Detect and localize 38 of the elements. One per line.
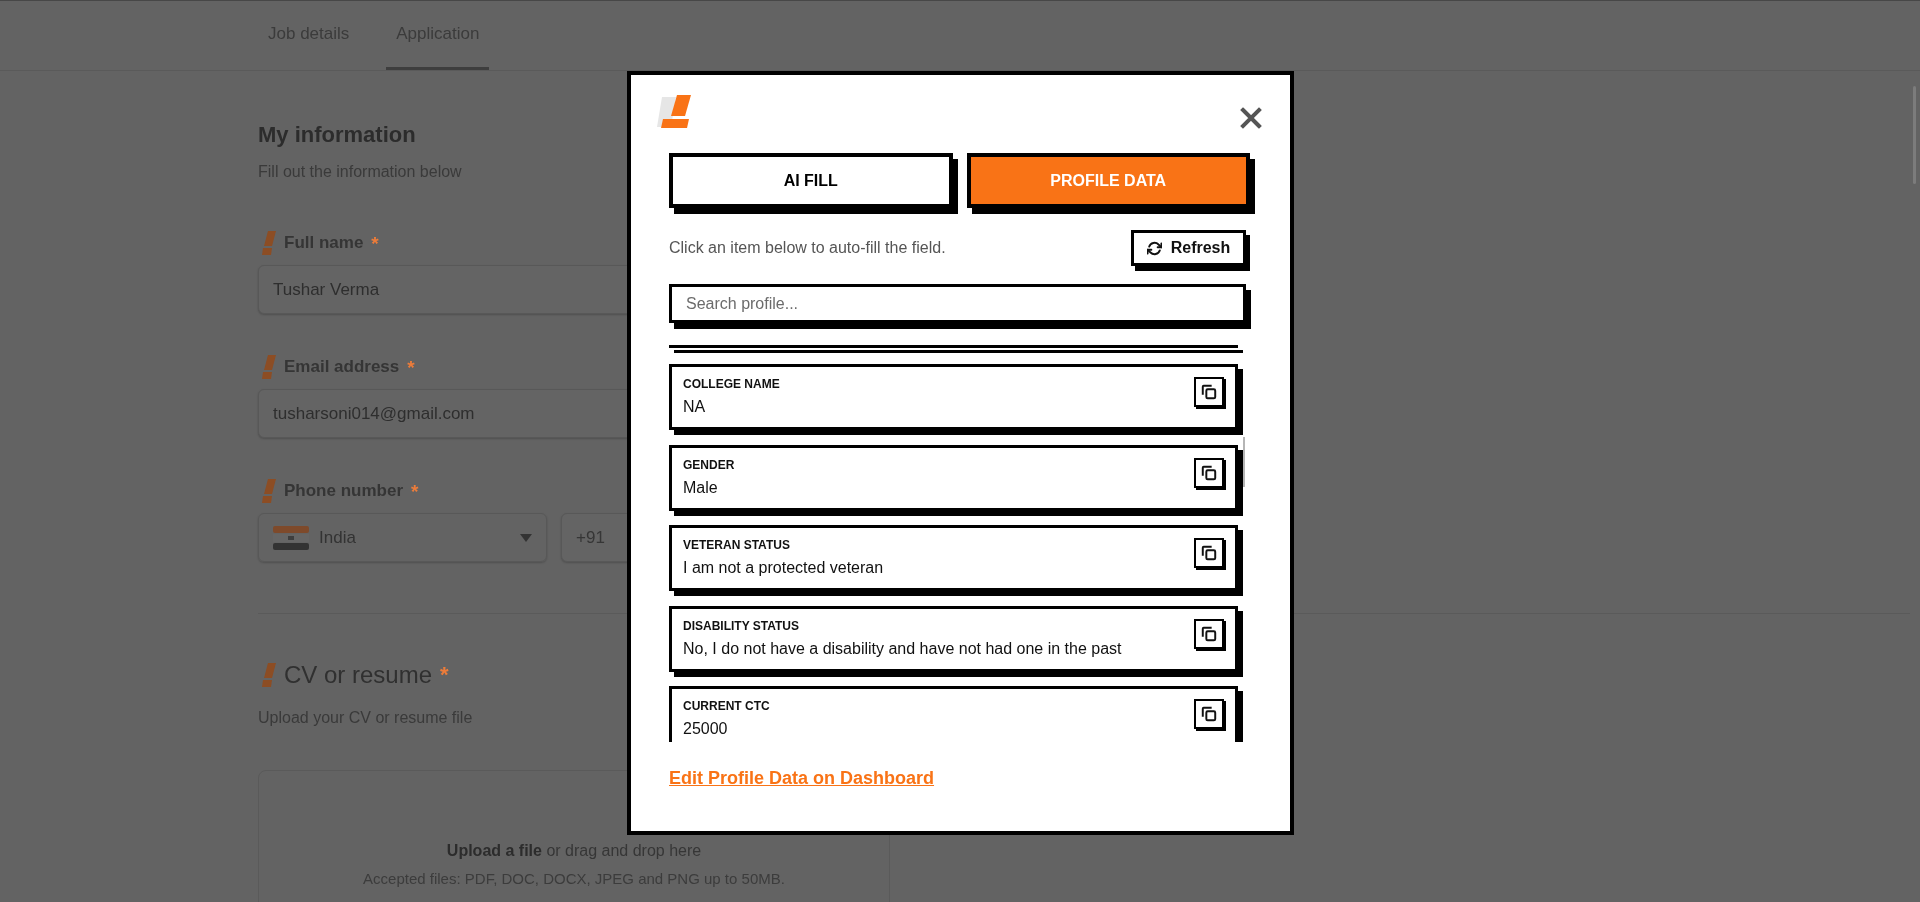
logo-icon bbox=[657, 94, 692, 129]
scrollbar-thumb bbox=[1243, 437, 1245, 487]
item-label: GENDER bbox=[683, 456, 735, 473]
caret-icon bbox=[520, 533, 532, 542]
item-value: No, I do not have a disability and have not had one in the past bbox=[683, 638, 1122, 659]
copy-button[interactable] bbox=[1194, 538, 1224, 568]
logo-icon bbox=[262, 355, 276, 379]
required-mark: * bbox=[407, 357, 415, 377]
item-value: 25000 bbox=[683, 719, 728, 739]
copy-icon bbox=[1201, 706, 1217, 722]
logo-icon bbox=[262, 479, 276, 503]
item-value: NA bbox=[683, 397, 706, 417]
required-mark: * bbox=[440, 662, 449, 688]
required-mark: * bbox=[411, 481, 419, 501]
logo-icon bbox=[262, 663, 276, 687]
copy-button[interactable] bbox=[1194, 457, 1224, 488]
search-field[interactable]: Search profile... bbox=[669, 284, 1246, 323]
refresh-icon bbox=[1146, 240, 1162, 256]
close-button[interactable] bbox=[1240, 107, 1262, 129]
close-icon bbox=[1240, 107, 1262, 129]
item-value: I am not a protected veteran bbox=[683, 558, 884, 578]
hint-text: Click an item below to auto-fill the field. bbox=[669, 239, 946, 257]
copy-icon bbox=[1201, 545, 1217, 561]
item-label: DISABILITY STATUS bbox=[683, 617, 799, 634]
copy-button[interactable] bbox=[1194, 377, 1224, 407]
item-label: VETERAN STATUS bbox=[683, 537, 790, 553]
copy-icon bbox=[1201, 464, 1217, 481]
section-title: My information bbox=[258, 122, 416, 148]
required-mark: * bbox=[371, 233, 379, 253]
copy-button[interactable] bbox=[1194, 699, 1224, 729]
logo-icon bbox=[262, 231, 276, 255]
copy-button[interactable] bbox=[1194, 618, 1224, 649]
flag-icon bbox=[273, 525, 309, 550]
copy-icon bbox=[1201, 625, 1217, 642]
item-value: Male bbox=[683, 477, 718, 498]
copy-icon bbox=[1201, 384, 1217, 400]
item-label: CURRENT CTC bbox=[683, 698, 770, 714]
item-label: COLLEGE NAME bbox=[683, 376, 780, 392]
